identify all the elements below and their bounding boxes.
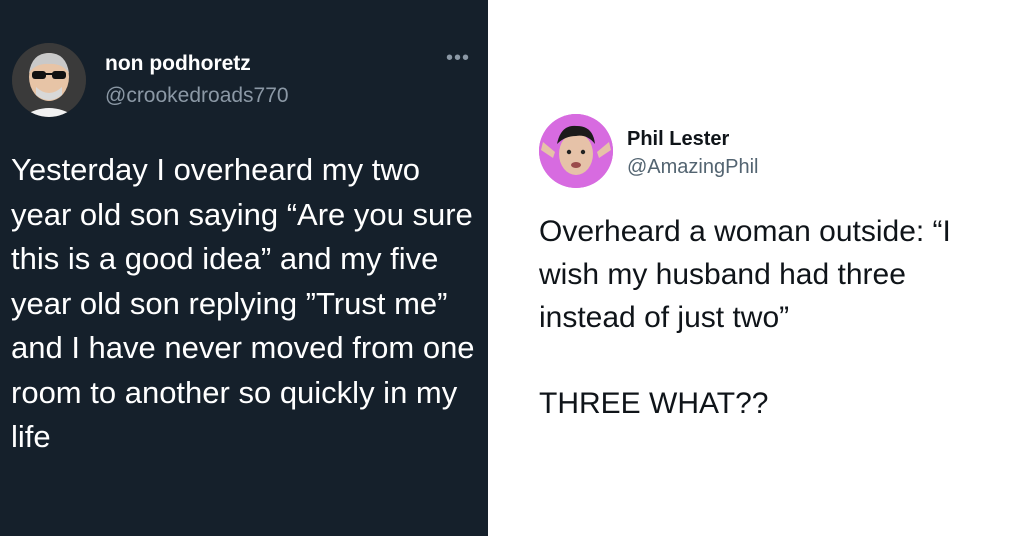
avatar-portrait-icon	[12, 43, 86, 117]
avatar-portrait-icon	[539, 114, 613, 188]
tweet-text: Yesterday I overheard my two year old so…	[11, 152, 475, 454]
left-tweet-card: non podhoretz @crookedroads770 ••• Yeste…	[0, 0, 488, 536]
display-name[interactable]: Phil Lester	[627, 128, 729, 151]
more-horizontal-icon[interactable]: •••	[445, 48, 471, 68]
user-avatar[interactable]	[12, 43, 86, 117]
tweet-text-paragraph: THREE WHAT??	[539, 387, 769, 420]
user-avatar[interactable]	[539, 114, 613, 188]
display-name[interactable]: non podhoretz	[105, 52, 251, 76]
user-handle[interactable]: @crookedroads770	[105, 84, 289, 108]
tweet-text: Overheard a woman outside: “I wish my hu…	[539, 210, 1009, 425]
tweet-text-paragraph: Overheard a woman outside: “I wish my hu…	[539, 215, 951, 334]
user-handle[interactable]: @AmazingPhil	[627, 156, 758, 179]
right-tweet-card: Phil Lester @AmazingPhil Overheard a wom…	[488, 0, 1024, 536]
